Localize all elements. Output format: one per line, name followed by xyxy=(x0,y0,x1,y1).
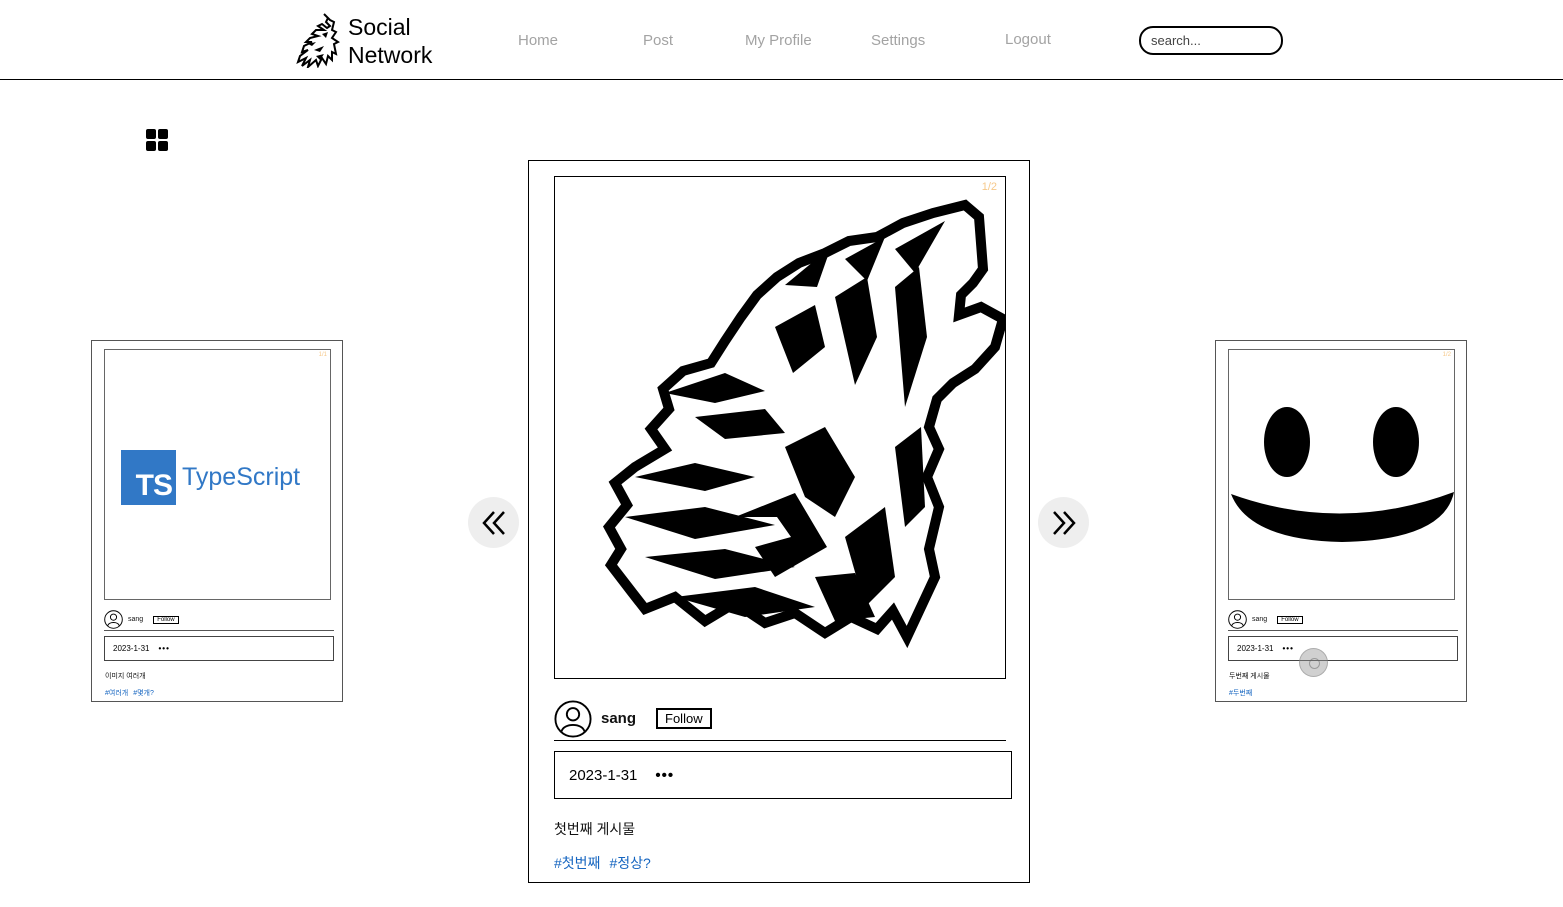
nav-post-link[interactable]: Post xyxy=(643,32,673,49)
nav-settings-link[interactable]: Settings xyxy=(871,32,925,49)
typescript-logo: TS TypeScript xyxy=(121,450,300,505)
post-date: 2023-1-31 xyxy=(569,766,638,784)
user-avatar-icon[interactable] xyxy=(104,610,123,629)
hashtag-link[interactable]: #여러개 xyxy=(105,688,128,698)
post-meta-box: 2023-1-31 ••• xyxy=(104,636,334,661)
ts-badge-text: TS xyxy=(135,469,173,502)
user-avatar-icon[interactable] xyxy=(554,699,592,738)
post-date: 2023-1-31 xyxy=(113,644,150,653)
post-caption: 첫번째 게시물 xyxy=(554,821,636,837)
follow-button[interactable]: Follow xyxy=(656,708,712,729)
user-avatar-icon[interactable] xyxy=(1228,610,1247,629)
author-name[interactable]: sang xyxy=(128,616,143,623)
grid-icon[interactable] xyxy=(146,129,168,151)
typescript-wordmark: TypeScript xyxy=(182,463,301,491)
hashtag-link[interactable]: #정상? xyxy=(609,853,650,873)
image-counter: 1/2 xyxy=(1442,352,1451,358)
wolf-logo-icon xyxy=(296,13,340,68)
carousel-prev-button[interactable] xyxy=(468,497,519,548)
post-caption: 두번째 게시물 xyxy=(1229,673,1270,680)
nav-logout-link[interactable]: Logout xyxy=(1005,31,1051,48)
previous-post-card[interactable]: 1/1 TS TypeScript sang Follow 2023-1-31 … xyxy=(91,340,343,702)
author-row: sang Follow xyxy=(1228,609,1458,631)
current-post-card: 1/2 sang Follow 2023-1-31 ••• 첫번째 게시물 #첫… xyxy=(528,160,1030,883)
ts-badge: TS xyxy=(121,450,176,505)
top-nav-bar: Social Network Home Post My Profile Sett… xyxy=(0,0,1563,80)
smiley-face-image xyxy=(1231,407,1454,542)
carousel-next-button[interactable] xyxy=(1038,497,1089,548)
cursor-indicator xyxy=(1299,648,1328,677)
post-image-frame[interactable]: 1/1 TS TypeScript xyxy=(104,349,331,600)
post-meta-box: 2023-1-31 ••• xyxy=(1228,636,1458,661)
nav-home-link[interactable]: Home xyxy=(518,32,558,49)
brand-name: Social Network xyxy=(348,13,468,69)
search-input[interactable] xyxy=(1139,26,1283,55)
follow-button[interactable]: Follow xyxy=(1277,615,1303,624)
double-chevron-right-icon xyxy=(1052,510,1076,535)
hashtag-link[interactable]: #몇개? xyxy=(133,688,154,698)
next-post-card[interactable]: 1/2 sang Follow 2023-1-31 ••• 두번째 게시물 #두… xyxy=(1215,340,1467,702)
author-row: sang Follow xyxy=(554,697,1006,741)
post-caption: 이미지 여러개 xyxy=(105,673,146,680)
image-counter: 1/2 xyxy=(981,181,997,193)
post-meta-box: 2023-1-31 ••• xyxy=(554,751,1012,799)
follow-button[interactable]: Follow xyxy=(153,615,179,624)
author-name[interactable]: sang xyxy=(1252,616,1267,623)
post-date: 2023-1-31 xyxy=(1237,644,1274,653)
wolf-image xyxy=(602,199,1005,649)
post-tags: #두번째 xyxy=(1229,688,1257,698)
brand-line-2: Network xyxy=(348,42,433,68)
brand-line-1: Social xyxy=(348,14,411,40)
post-image-frame[interactable]: 1/2 xyxy=(1228,349,1455,600)
image-counter: 1/1 xyxy=(318,352,327,358)
more-options-icon[interactable]: ••• xyxy=(1282,644,1293,653)
more-options-icon[interactable]: ••• xyxy=(655,767,674,784)
hashtag-link[interactable]: #첫번째 xyxy=(554,853,600,873)
post-image-frame[interactable]: 1/2 xyxy=(554,176,1006,679)
brand-logo[interactable]: Social Network xyxy=(294,12,432,68)
author-row: sang Follow xyxy=(104,609,334,631)
post-tags: #여러개 #몇개? xyxy=(105,688,159,698)
hashtag-link[interactable]: #두번째 xyxy=(1229,688,1252,698)
author-name[interactable]: sang xyxy=(601,710,636,727)
more-options-icon[interactable]: ••• xyxy=(158,644,169,653)
double-chevron-left-icon xyxy=(481,510,505,535)
nav-my-profile-link[interactable]: My Profile xyxy=(745,32,812,49)
post-tags: #첫번째 #정상? xyxy=(554,853,660,873)
